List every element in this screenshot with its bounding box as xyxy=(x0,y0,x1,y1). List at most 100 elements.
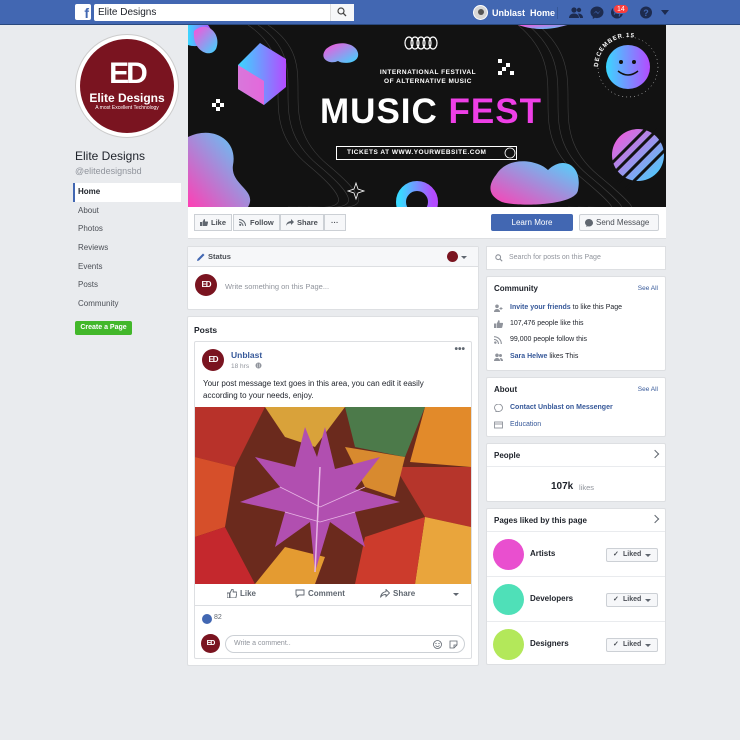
post: ED Unblast 18 hrs ••• Your post message … xyxy=(194,341,472,659)
emoji-icon[interactable] xyxy=(433,640,442,649)
svg-text:?: ? xyxy=(643,8,649,18)
nav-item-reviews[interactable]: Reviews xyxy=(73,239,181,258)
post-author[interactable]: Unblast xyxy=(231,350,262,360)
liked-button[interactable]: Liked xyxy=(606,638,658,652)
rss-icon xyxy=(239,219,246,226)
thumbs-up-icon xyxy=(227,589,237,598)
liked-page-name[interactable]: Designers xyxy=(530,639,569,648)
page-likes-text: 107,476 people like this xyxy=(510,320,584,327)
post-comment-button[interactable]: Comment xyxy=(295,589,345,598)
search-placeholder: Search for posts on this Page xyxy=(509,254,601,261)
search-button[interactable] xyxy=(330,4,354,21)
post-action-bar: Like Comment Share xyxy=(195,584,471,606)
cover-tickets-banner: TICKETS AT WWW.YOURWEBSITE.COM xyxy=(336,146,517,160)
comment-icon xyxy=(295,589,305,598)
cover-photo[interactable]: INTERNATIONAL FESTIVAL OF ALTERNATIVE MU… xyxy=(188,25,666,207)
liked-page-avatar[interactable] xyxy=(493,539,524,570)
liked-page-avatar[interactable] xyxy=(493,584,524,615)
follow-page-button[interactable]: Follow xyxy=(233,214,280,231)
top-navigation-bar: f Elite Designs Unblast Home 14 ? xyxy=(0,0,740,25)
help-icon[interactable]: ? xyxy=(639,6,653,19)
nav-item-events[interactable]: Events xyxy=(73,258,181,277)
home-link[interactable]: Home xyxy=(530,8,555,18)
page-handle[interactable]: @elitedesignsbd xyxy=(75,166,142,176)
education-link[interactable]: Education xyxy=(510,421,541,428)
cover-title: MUSIC FEST xyxy=(306,92,556,132)
reaction-count[interactable]: 82 xyxy=(202,614,222,624)
thumbs-up-icon xyxy=(494,320,503,328)
like-reaction-icon xyxy=(202,614,212,624)
community-title: Community xyxy=(494,284,538,293)
share-page-button[interactable]: Share xyxy=(280,214,324,231)
nav-item-community[interactable]: Community xyxy=(73,295,181,314)
pencil-icon xyxy=(197,253,205,261)
comment-input[interactable]: Write a comment.. xyxy=(225,635,465,653)
post-like-button[interactable]: Like xyxy=(227,589,256,598)
liked-page-name[interactable]: Artists xyxy=(530,549,555,558)
status-composer: Status ED Write something on this Page..… xyxy=(187,246,479,310)
share-options-chevron-icon[interactable] xyxy=(453,593,459,596)
page-posts-search-input[interactable]: Search for posts on this Page xyxy=(486,246,666,270)
status-tab[interactable]: Status xyxy=(188,247,478,267)
profile-link[interactable]: Unblast xyxy=(473,4,525,21)
cover-subtitle: INTERNATIONAL FESTIVAL OF ALTERNATIVE MU… xyxy=(368,68,488,86)
commenter-avatar: ED xyxy=(201,634,220,653)
chevron-right-icon[interactable] xyxy=(650,449,660,459)
invite-friends-link[interactable]: Invite your friends xyxy=(510,304,571,311)
cover-subtitle-line-2: OF ALTERNATIVE MUSIC xyxy=(384,78,472,85)
post-timestamp[interactable]: 18 hrs xyxy=(231,362,262,370)
about-see-all-link[interactable]: See All xyxy=(638,386,658,393)
posts-section: Posts ED Unblast 18 hrs ••• Your post me… xyxy=(187,316,479,666)
people-likes-label: likes xyxy=(579,483,595,492)
autumn-leaves-image xyxy=(195,407,471,584)
nav-item-photos[interactable]: Photos xyxy=(73,220,181,239)
account-menu-caret-icon[interactable] xyxy=(658,6,672,19)
learn-more-button[interactable]: Learn More xyxy=(491,214,573,231)
post-author-avatar[interactable]: ED xyxy=(202,349,224,371)
friend-likes-text: likes This xyxy=(549,353,579,360)
more-options-button[interactable]: ··· xyxy=(324,214,346,231)
liked-button[interactable]: Liked xyxy=(606,548,658,562)
liked-page-row: Developers Liked xyxy=(487,576,665,621)
sticker-icon[interactable] xyxy=(449,640,458,649)
friend-requests-icon[interactable] xyxy=(569,6,583,19)
posting-as-avatar[interactable] xyxy=(447,251,458,262)
page-likes-row: 107,476 people like this xyxy=(494,319,584,331)
nav-item-about[interactable]: About xyxy=(73,202,181,221)
status-input[interactable]: Write something on this Page... xyxy=(225,282,329,291)
community-see-all-link[interactable]: See All xyxy=(638,285,658,292)
chevron-down-icon[interactable] xyxy=(461,256,467,259)
messenger-icon[interactable] xyxy=(590,6,604,19)
post-comment-label: Comment xyxy=(308,589,345,598)
posts-heading: Posts xyxy=(194,325,218,335)
facebook-logo-icon[interactable]: f xyxy=(75,4,91,20)
page-follows-text: 99,000 people follow this xyxy=(510,336,588,343)
profile-picture[interactable]: ED Elite Designs A most Excellent Techno… xyxy=(75,34,179,138)
liked-page-name[interactable]: Developers xyxy=(530,594,573,603)
liked-page-avatar[interactable] xyxy=(493,629,524,660)
cover-title-music: MUSIC xyxy=(320,92,438,131)
post-options-icon[interactable]: ••• xyxy=(454,344,465,355)
invite-friends-row: Invite your friends to like this Page xyxy=(494,303,622,315)
chevron-right-icon[interactable] xyxy=(650,514,660,524)
post-share-button[interactable]: Share xyxy=(380,589,415,598)
page-avatar: ED xyxy=(195,274,217,296)
like-page-button[interactable]: Like xyxy=(194,214,232,231)
post-photo[interactable] xyxy=(195,407,471,584)
notification-badge: 14 xyxy=(613,4,629,14)
invite-friends-text: to like this Page xyxy=(572,304,623,311)
search-input[interactable]: Elite Designs xyxy=(94,4,354,21)
nav-item-home[interactable]: Home xyxy=(73,183,181,202)
page-title: Elite Designs xyxy=(75,149,146,163)
liked-button[interactable]: Liked xyxy=(606,593,658,607)
send-message-label: Send Message xyxy=(596,218,650,227)
messenger-contact-row: Contact Unblast on Messenger xyxy=(494,403,613,415)
friends-icon xyxy=(494,353,503,361)
create-page-button[interactable]: Create a Page xyxy=(75,321,132,335)
page-action-bar: Like Follow Share ··· Learn More Send Me… xyxy=(188,207,666,239)
send-message-button[interactable]: Send Message xyxy=(579,214,659,231)
user-avatar xyxy=(473,5,488,20)
friend-name-link[interactable]: Sara Helwe xyxy=(510,353,547,360)
nav-item-posts[interactable]: Posts xyxy=(73,276,181,295)
messenger-contact-link[interactable]: Contact Unblast on Messenger xyxy=(510,404,613,411)
